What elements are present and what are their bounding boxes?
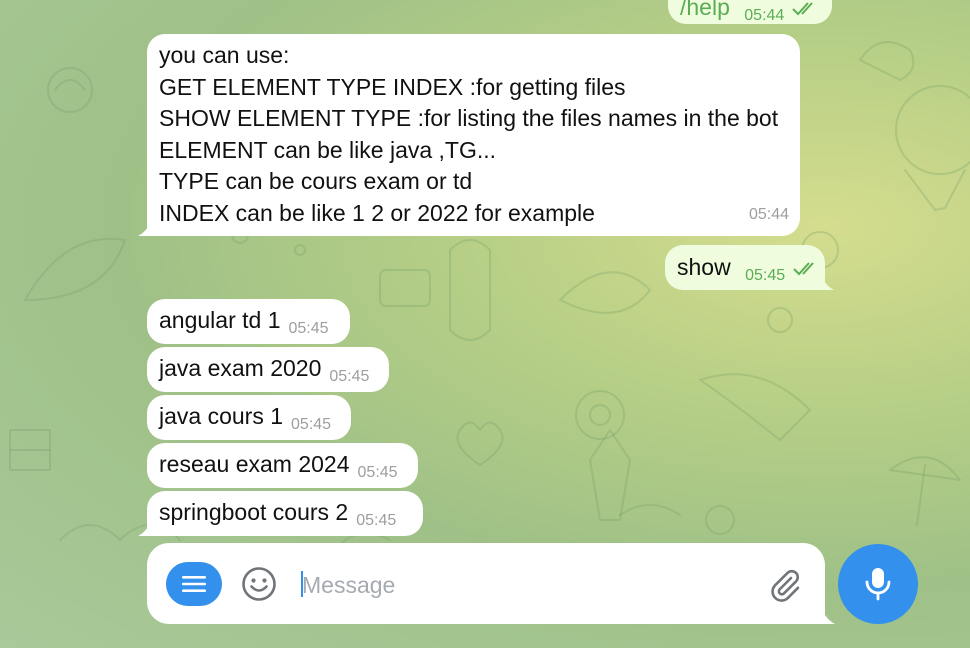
incoming-message-result[interactable]: reseau exam 2024 05:45 [147, 443, 418, 488]
microphone-icon [865, 568, 891, 601]
message-time: 05:45 [329, 368, 370, 385]
message-text: /help [680, 0, 730, 20]
message-line: SHOW ELEMENT TYPE :for listing the files… [159, 105, 779, 131]
message-text: springboot cours 2 [159, 499, 349, 525]
message-time: 05:45 [357, 464, 398, 481]
outgoing-message-help[interactable]: /help 05:44 [668, 0, 832, 24]
message-time: 05:44 [748, 205, 789, 223]
message-text: angular td 1 [159, 307, 281, 333]
outgoing-message-show[interactable]: show 05:45 [665, 245, 825, 290]
message-time: 05:45 [288, 320, 329, 337]
message-input[interactable] [300, 563, 744, 607]
message-time: 05:45 [356, 512, 397, 529]
message-line: you can use: [159, 42, 290, 68]
message-line: TYPE can be cours exam or td [159, 168, 473, 194]
menu-icon [182, 576, 206, 592]
voice-record-button[interactable] [838, 544, 918, 624]
message-text: java cours 1 [159, 403, 284, 429]
message-time: 05:45 [745, 267, 786, 284]
incoming-message-result[interactable]: java cours 1 05:45 [147, 395, 351, 440]
message-text: show [677, 254, 731, 280]
message-text: java exam 2020 [159, 355, 322, 381]
paperclip-icon[interactable] [765, 565, 803, 603]
incoming-message-result[interactable]: angular td 1 05:45 [147, 299, 350, 344]
double-check-icon [792, 262, 814, 276]
smiley-icon[interactable] [240, 565, 278, 603]
double-check-icon [791, 2, 813, 16]
message-text: reseau exam 2024 [159, 451, 350, 477]
bubble-tail [138, 520, 152, 536]
bubble-tail [820, 274, 834, 290]
message-time: 05:44 [744, 7, 785, 24]
text-caret [301, 571, 303, 597]
message-line: GET ELEMENT TYPE INDEX :for getting file… [159, 73, 626, 100]
bubble-tail [138, 220, 152, 236]
message-time: 05:45 [291, 416, 332, 433]
incoming-message-result[interactable]: springboot cours 2 05:45 [147, 491, 423, 536]
message-line: ELEMENT can be like java ,TG... [159, 136, 497, 163]
incoming-message-result[interactable]: java exam 2020 05:45 [147, 347, 389, 392]
incoming-message-bot-help[interactable]: you can use: GET ELEMENT TYPE INDEX :for… [147, 34, 800, 236]
message-composer [147, 543, 825, 624]
message-line: INDEX can be like 1 2 or 2022 for exampl… [159, 199, 595, 226]
bot-menu-button[interactable] [166, 562, 222, 606]
